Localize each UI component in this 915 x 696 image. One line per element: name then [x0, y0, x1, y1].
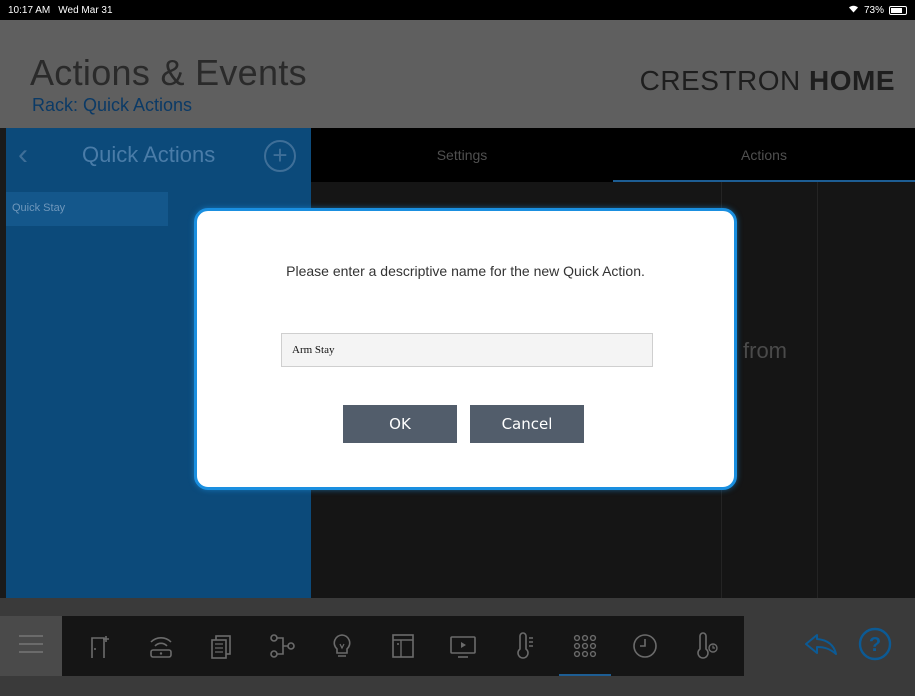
status-time: 10:17 AM: [8, 4, 51, 16]
shades-icon[interactable]: [201, 626, 241, 666]
window-icon[interactable]: [383, 626, 423, 666]
tab-actions[interactable]: Actions: [613, 128, 915, 182]
page-header: Actions & Events Rack: Quick Actions CRE…: [0, 20, 915, 128]
list-item[interactable]: Quick Stay: [6, 192, 168, 226]
quick-action-name-input[interactable]: [281, 333, 653, 367]
climate-icon[interactable]: [686, 626, 726, 666]
bottom-right-actions: ?: [744, 616, 915, 676]
wifi-icon: [848, 4, 859, 16]
tab-bar: Settings Actions: [311, 128, 915, 182]
page-subtitle: Rack: Quick Actions: [32, 95, 193, 115]
panel-title: Quick Actions: [82, 142, 216, 167]
tv-icon[interactable]: [443, 626, 483, 666]
ok-button[interactable]: OK: [343, 405, 457, 443]
thermometer-icon[interactable]: [504, 626, 544, 666]
bottom-strip: [0, 676, 915, 696]
back-chevron-icon[interactable]: ‹: [18, 138, 48, 172]
share-back-icon[interactable]: [803, 631, 839, 662]
tab-actions-label: Actions: [741, 147, 787, 163]
tab-settings-label: Settings: [436, 147, 488, 163]
door-icon[interactable]: [80, 626, 120, 666]
bottom-bar-gap: [0, 598, 915, 616]
wifi-speaker-icon[interactable]: [141, 626, 181, 666]
bottom-nav-bar: ?: [0, 616, 915, 676]
menu-button[interactable]: [0, 616, 62, 676]
room-category-nav: [62, 616, 744, 676]
background-text: from: [743, 338, 787, 363]
dialog-message: Please enter a descriptive name for the …: [286, 263, 645, 279]
list-item-label: Quick Stay: [12, 202, 66, 214]
battery-percent: 73%: [863, 4, 884, 16]
add-icon[interactable]: +: [264, 140, 296, 172]
name-quick-action-dialog: Please enter a descriptive name for the …: [194, 208, 737, 490]
svg-text:?: ?: [869, 634, 881, 656]
battery-icon: [889, 5, 907, 15]
lightbulb-icon[interactable]: [322, 626, 362, 666]
status-bar: 10:17 AM Wed Mar 31 73%: [0, 0, 915, 20]
help-icon[interactable]: ?: [857, 626, 893, 667]
brand-light: CRESTRON: [639, 65, 801, 96]
keypad-icon[interactable]: [558, 626, 611, 676]
status-date: Wed Mar 31: [58, 4, 113, 16]
brand-logo: CRESTRON HOME: [640, 65, 895, 97]
panel-header: ‹ Quick Actions +: [6, 128, 311, 182]
brand-bold: HOME: [809, 65, 895, 96]
menu-icon: [18, 633, 44, 660]
page-title: Actions & Events: [30, 52, 307, 93]
cancel-button[interactable]: Cancel: [470, 405, 584, 443]
tab-settings[interactable]: Settings: [311, 128, 613, 182]
divider: [817, 182, 818, 598]
clock-icon[interactable]: [625, 626, 665, 666]
flow-icon[interactable]: [262, 626, 302, 666]
